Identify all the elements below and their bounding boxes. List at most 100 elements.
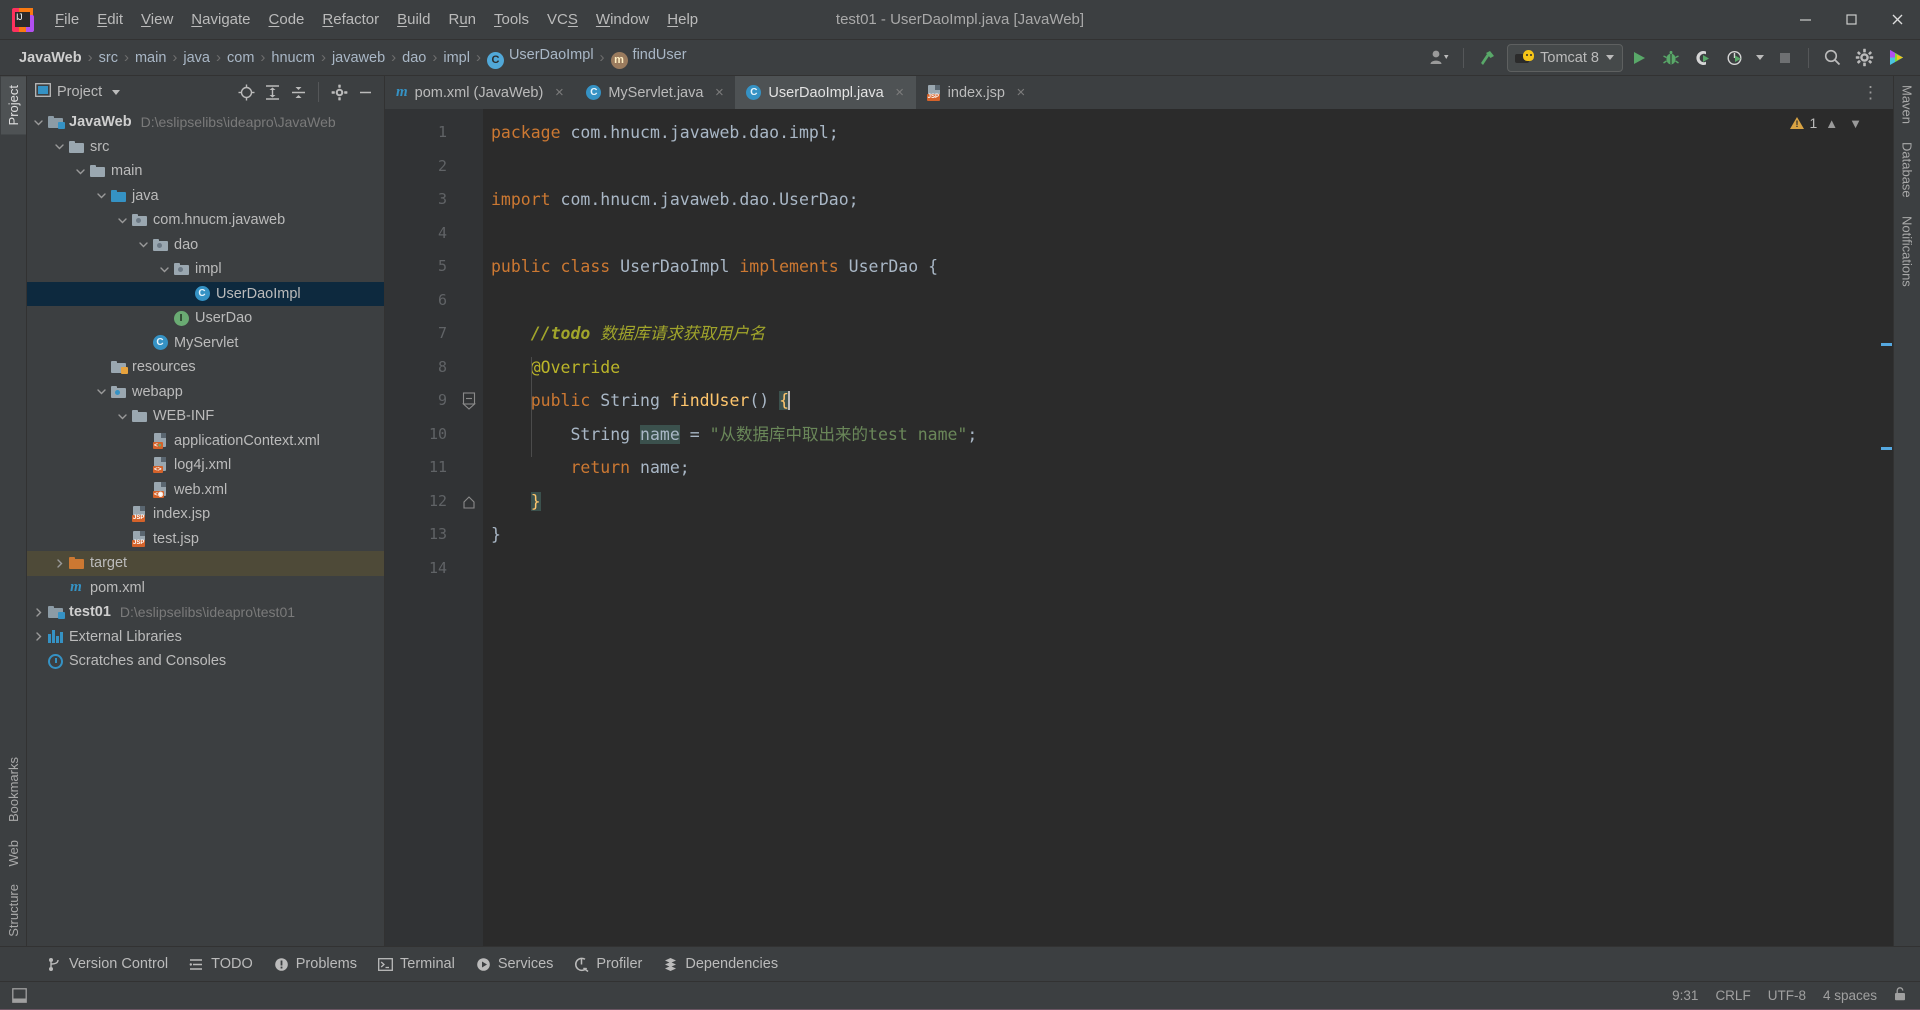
bottom-tab-problems[interactable]: Problems [265, 952, 366, 976]
tree-item-target[interactable]: target [27, 551, 384, 576]
collapse-all-icon[interactable] [285, 80, 311, 104]
expand-all-icon[interactable] [259, 80, 285, 104]
code-line[interactable]: String name = "从数据库中取出来的test name"; [483, 418, 1893, 452]
code-content[interactable]: package com.hnucm.javaweb.dao.impl; impor… [483, 109, 1893, 946]
file-encoding[interactable]: UTF-8 [1768, 988, 1806, 1003]
select-opened-file-icon[interactable] [233, 80, 259, 104]
bottom-tab-version-control[interactable]: Version Control [38, 952, 177, 976]
bottom-tab-profiler[interactable]: Profiler [565, 952, 651, 976]
close-tab-icon[interactable]: × [1014, 84, 1028, 101]
tree-item-scratches-and-consoles[interactable]: Scratches and Consoles [27, 649, 384, 674]
tree-item-myservlet[interactable]: C MyServlet [27, 331, 384, 356]
code-line[interactable] [483, 284, 1893, 318]
tree-item-pom-xml[interactable]: m pom.xml [27, 576, 384, 601]
tree-item-web-xml[interactable]: <◉ web.xml [27, 478, 384, 503]
breadcrumb-item-javaweb[interactable]: javaweb [327, 48, 390, 68]
profile-dropdown-icon[interactable] [1751, 43, 1769, 73]
menu-item-edit[interactable]: Edit [88, 7, 132, 32]
code-line[interactable]: package com.hnucm.javaweb.dao.impl; [483, 116, 1893, 150]
settings-gear-icon[interactable] [326, 80, 352, 104]
tree-item-web-inf[interactable]: WEB-INF [27, 404, 384, 429]
tree-item-test-jsp[interactable]: JSP test.jsp [27, 527, 384, 552]
minimize-button[interactable] [1782, 0, 1828, 40]
tree-toggle-icon[interactable] [31, 117, 46, 128]
unlock-icon[interactable] [1894, 987, 1906, 1004]
menu-item-window[interactable]: Window [587, 7, 658, 32]
breadcrumb-item-src[interactable]: src [94, 48, 123, 68]
code-line[interactable] [483, 217, 1893, 251]
run-icon[interactable] [1623, 43, 1655, 73]
code-line[interactable]: import com.hnucm.javaweb.dao.UserDao; [483, 183, 1893, 217]
code-editor[interactable]: 123456789I1011121314 package com.hnucm.j… [385, 109, 1893, 946]
breadcrumb-item-javaweb[interactable]: JavaWeb [14, 48, 87, 68]
code-line[interactable]: //todo 数据库请求获取用户名 [483, 317, 1893, 351]
sidebar-item-notifications[interactable]: Notifications [1895, 207, 1920, 296]
inspection-widget[interactable]: 1 ▲ ▼ [1790, 115, 1865, 131]
chevron-down-icon[interactable]: ▼ [1846, 116, 1865, 131]
error-stripe[interactable] [1879, 109, 1893, 946]
tree-item-impl[interactable]: impl [27, 257, 384, 282]
menu-item-view[interactable]: View [132, 7, 182, 32]
tree-toggle-icon[interactable] [52, 141, 67, 152]
close-tab-icon[interactable]: × [712, 84, 726, 101]
code-line[interactable] [483, 552, 1893, 586]
tree-toggle-icon[interactable] [52, 558, 67, 569]
stop-icon[interactable] [1769, 43, 1801, 73]
sidebar-item-web[interactable]: Web [1, 831, 26, 876]
menu-item-navigate[interactable]: Navigate [182, 7, 259, 32]
menu-item-run[interactable]: Run [439, 7, 485, 32]
search-everywhere-icon[interactable] [1816, 43, 1848, 73]
tree-toggle-icon[interactable] [31, 631, 46, 642]
tree-item-log4j-xml[interactable]: <> log4j.xml [27, 453, 384, 478]
code-line[interactable] [483, 150, 1893, 184]
fold-end-icon[interactable] [457, 485, 483, 519]
breadcrumb-item-userdaoimpl[interactable]: C UserDaoImpl [482, 45, 599, 71]
code-line[interactable]: @Override [483, 351, 1893, 385]
breadcrumb-item-finduser[interactable]: m findUser [606, 45, 692, 71]
editor-gutter[interactable]: 123456789I1011121314 [385, 109, 482, 946]
breadcrumb-item-com[interactable]: com [222, 48, 259, 68]
fold-column[interactable] [457, 109, 483, 946]
close-tab-icon[interactable]: × [552, 84, 566, 101]
project-tree[interactable]: JavaWeb D:\eslipselibs\ideapro\JavaWeb src… [27, 108, 384, 946]
sidebar-item-database[interactable]: Database [1895, 133, 1920, 207]
tree-toggle-icon[interactable] [157, 264, 172, 275]
sidebar-item-maven[interactable]: Maven [1895, 76, 1920, 133]
line-separator[interactable]: CRLF [1715, 988, 1750, 1003]
bottom-tab-dependencies[interactable]: Dependencies [654, 952, 787, 976]
menu-item-vcs[interactable]: VCS [538, 7, 587, 32]
breadcrumb-item-hnucm[interactable]: hnucm [266, 48, 320, 68]
menu-item-tools[interactable]: Tools [485, 7, 538, 32]
tree-toggle-icon[interactable] [31, 607, 46, 618]
bottom-tab-todo[interactable]: TODO [180, 952, 262, 976]
tree-item-webapp[interactable]: webapp [27, 380, 384, 405]
breadcrumb-item-main[interactable]: main [130, 48, 171, 68]
sidebar-item-bookmarks[interactable]: Bookmarks [1, 748, 26, 831]
run-configuration-selector[interactable]: Tomcat 8 [1507, 43, 1623, 72]
fold-expanded-icon[interactable] [457, 384, 483, 418]
more-options-icon[interactable]: ⋮ [1856, 84, 1886, 101]
tree-toggle-icon[interactable] [115, 215, 130, 226]
code-line[interactable]: } [483, 518, 1893, 552]
menu-item-code[interactable]: Code [260, 7, 314, 32]
close-tab-icon[interactable]: × [893, 84, 907, 101]
sidebar-item-project[interactable]: Project [0, 76, 26, 135]
editor-tab-userdaoimpl-java[interactable]: C UserDaoImpl.java × [735, 76, 916, 109]
tree-toggle-icon[interactable] [94, 386, 109, 397]
close-button[interactable] [1874, 0, 1920, 40]
tree-toggle-icon[interactable] [115, 411, 130, 422]
tree-toggle-icon[interactable] [73, 166, 88, 177]
profile-icon[interactable] [1719, 43, 1751, 73]
tree-item-applicationcontext-xml[interactable]: <● applicationContext.xml [27, 429, 384, 454]
tree-item-java[interactable]: java [27, 184, 384, 209]
breadcrumb-item-dao[interactable]: dao [397, 48, 431, 68]
tree-item-javaweb[interactable]: JavaWeb D:\eslipselibs\ideapro\JavaWeb [27, 110, 384, 135]
tree-item-src[interactable]: src [27, 135, 384, 160]
toggle-toolwindows-icon[interactable] [0, 988, 38, 1003]
user-account-icon[interactable] [1424, 43, 1456, 73]
menu-item-build[interactable]: Build [388, 7, 439, 32]
menu-item-refactor[interactable]: Refactor [313, 7, 388, 32]
tree-item-main[interactable]: main [27, 159, 384, 184]
bottom-tab-services[interactable]: Services [467, 952, 563, 976]
tree-item-index-jsp[interactable]: JSP index.jsp [27, 502, 384, 527]
